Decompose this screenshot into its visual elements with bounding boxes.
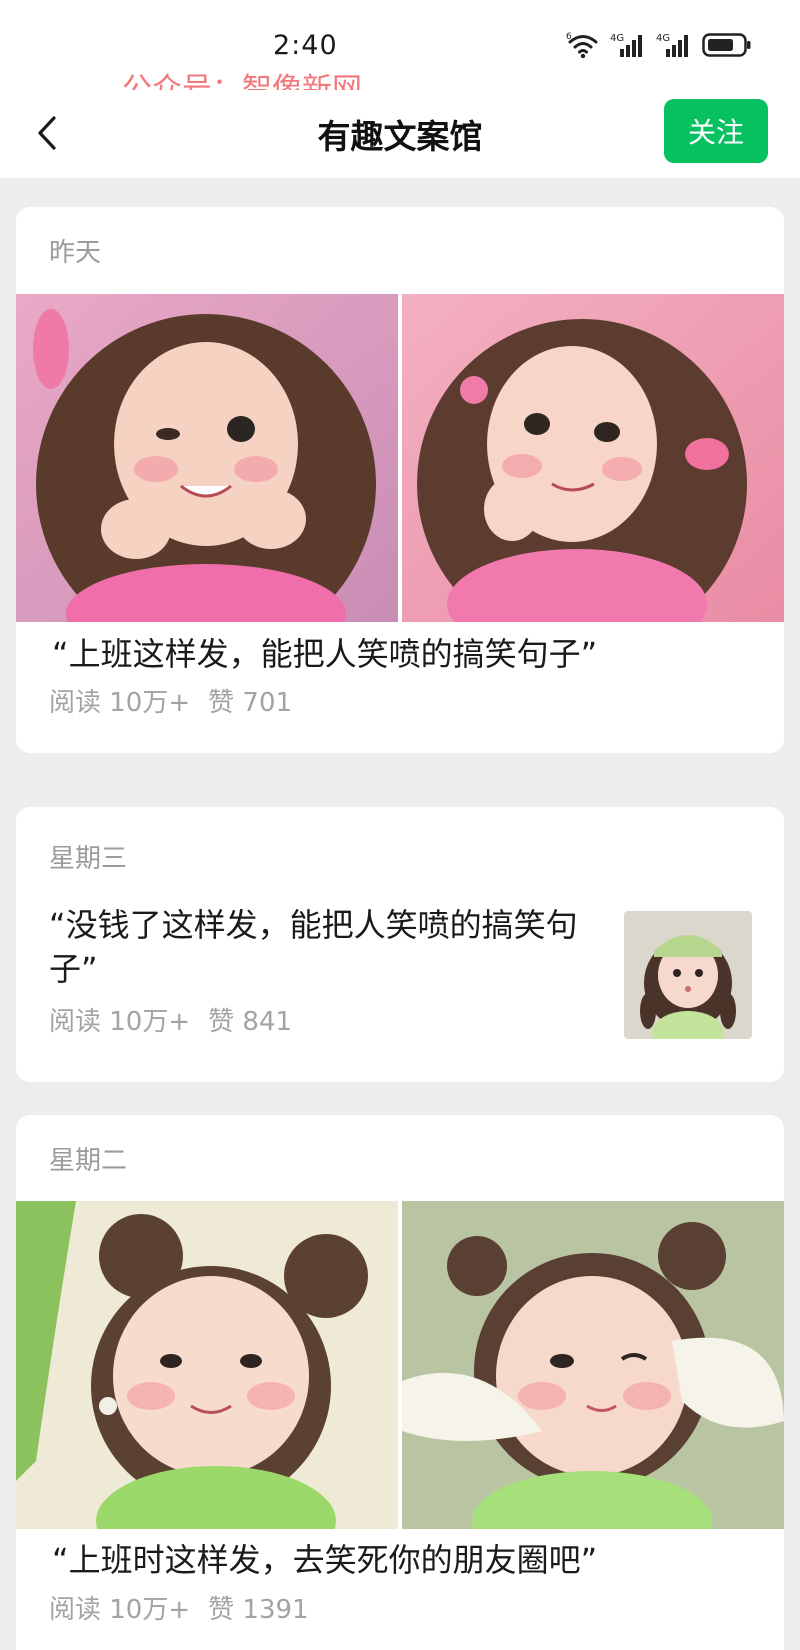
article-title[interactable]: “上班这样发，能把人笑喷的搞笑句子” [52,632,754,676]
signal-bars-icon: 4G [610,31,646,59]
article-image-row [16,1201,784,1576]
signal-2-label: 4G [656,33,670,44]
signal-bars-icon: 4G [656,31,692,59]
article-card[interactable]: 昨天 “上班这样发，能把人笑喷的搞笑句子” 阅读 10万+ 赞 701 [16,207,784,753]
article-date: 昨天 [49,238,102,268]
article-stats: 阅读 10万+ 赞 1391 [49,1589,309,1626]
article-card[interactable]: 星期三 “没钱了这样发，能把人笑喷的搞笑句子” 阅读 10万+ 赞 841 [16,807,784,1082]
article-date: 星期二 [49,1146,128,1176]
article-image [16,294,398,664]
battery-icon [702,32,752,58]
article-image [402,294,784,659]
nav-bar: 有趣文案馆 关注 [0,90,800,178]
article-image-row [16,294,784,664]
article-stats: 阅读 10万+ 赞 701 [49,682,292,719]
like-count: 赞 1391 [208,1595,309,1625]
wifi-badge: 6 [566,32,572,42]
read-count: 阅读 10万+ [49,1595,191,1625]
like-count: 赞 841 [208,1007,293,1037]
signal-1-label: 4G [610,33,624,44]
article-card[interactable]: 星期二 “上班时这样发，去笑死你的朋友圈吧” 阅读 10万+ 赞 1391 [16,1115,784,1650]
like-count: 赞 701 [208,688,293,718]
article-thumbnail [624,911,752,1039]
article-date: 星期三 [49,844,128,874]
status-bar: 2:40 6 4G 4G [0,0,800,90]
article-title[interactable]: “没钱了这样发，能把人笑喷的搞笑句子” [49,903,584,991]
read-count: 阅读 10万+ [49,1007,191,1037]
wifi-icon: 6 [566,31,600,59]
status-icons: 6 4G 4G [566,30,752,60]
article-stats: 阅读 10万+ 赞 841 [49,1001,292,1038]
status-time: 2:40 [273,30,338,61]
read-count: 阅读 10万+ [49,688,191,718]
follow-button[interactable]: 关注 [664,99,768,163]
article-image [402,1201,784,1571]
article-image [16,1201,398,1576]
article-title[interactable]: “上班时这样发，去笑死你的朋友圈吧” [52,1538,754,1582]
